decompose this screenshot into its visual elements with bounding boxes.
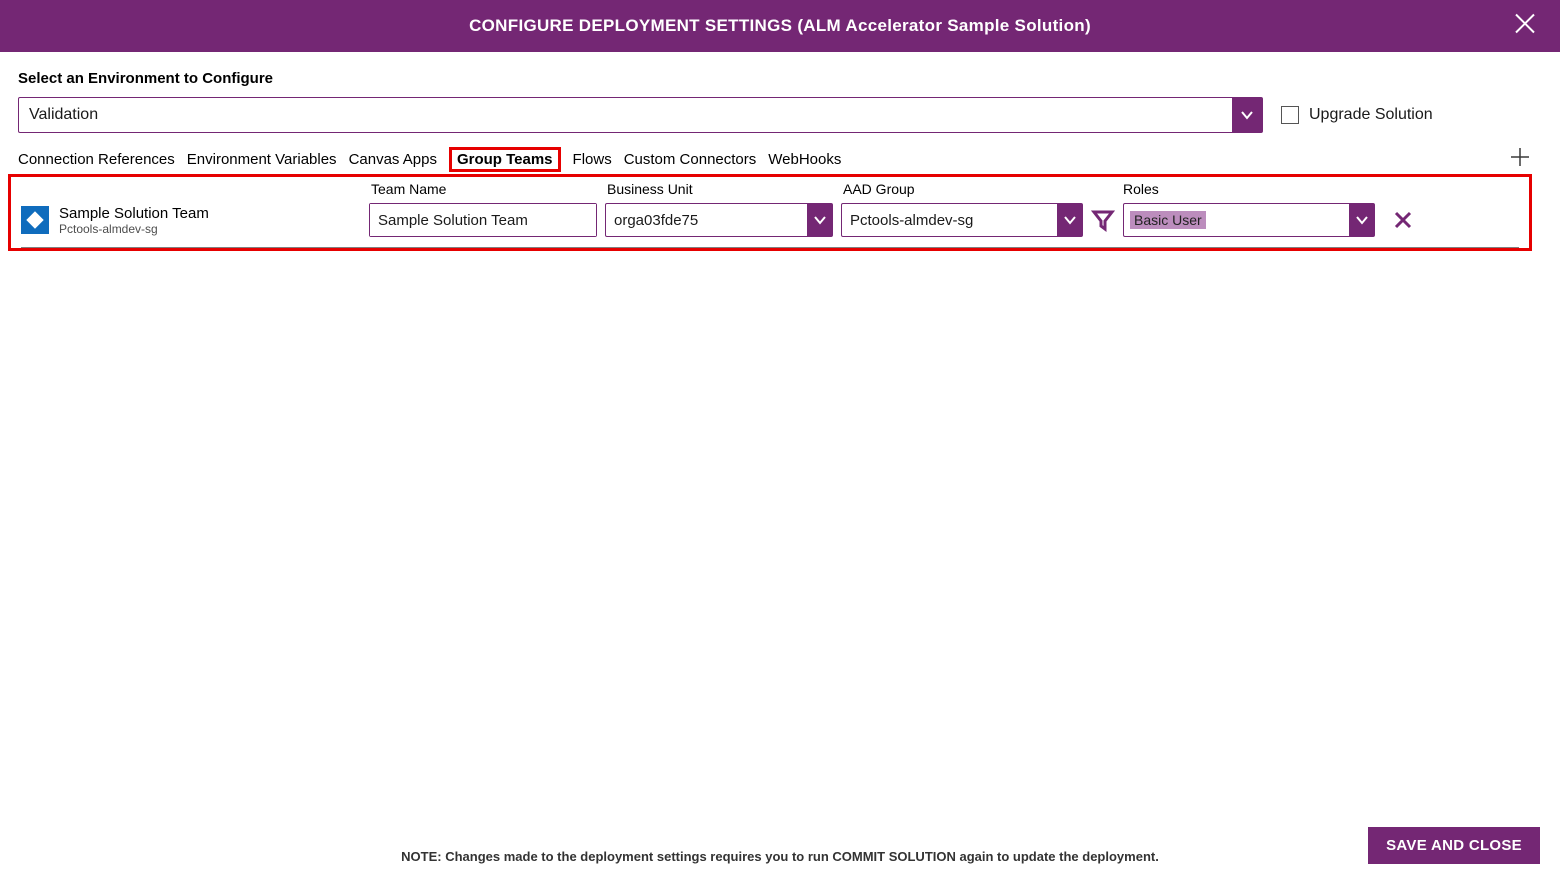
roles-select[interactable]: Basic User <box>1123 203 1375 237</box>
close-button[interactable] <box>1508 7 1542 46</box>
save-close-button[interactable]: SAVE AND CLOSE <box>1368 827 1540 864</box>
tab-group-teams[interactable]: Group Teams <box>449 147 561 172</box>
chevron-down-icon <box>1240 108 1254 122</box>
diamond-icon <box>25 210 45 230</box>
delete-row-button[interactable] <box>1387 211 1419 229</box>
team-name-input[interactable] <box>370 204 596 236</box>
environment-select[interactable]: Validation <box>18 97 1263 133</box>
tabs: Connection References Environment Variab… <box>18 147 1510 172</box>
aad-group-value: Pctools-almdev-sg <box>842 204 1057 236</box>
upgrade-solution-label: Upgrade Solution <box>1309 106 1433 124</box>
tab-environment-variables[interactable]: Environment Variables <box>187 147 337 172</box>
chevron-down-icon <box>1355 213 1369 227</box>
col-team-name: Team Name <box>369 181 605 197</box>
upgrade-solution-checkbox[interactable]: Upgrade Solution <box>1281 106 1433 124</box>
chevron-down-icon <box>1063 213 1077 227</box>
close-icon <box>1514 13 1536 35</box>
aad-group-select[interactable]: Pctools-almdev-sg <box>841 203 1083 237</box>
col-business-unit: Business Unit <box>605 181 841 197</box>
aad-group-dropdown-button[interactable] <box>1057 204 1082 236</box>
tab-connection-references[interactable]: Connection References <box>18 147 175 172</box>
row-subtitle: Pctools-almdev-sg <box>59 222 209 236</box>
role-pill: Basic User <box>1130 211 1206 229</box>
modal-header: CONFIGURE DEPLOYMENT SETTINGS (ALM Accel… <box>0 0 1560 52</box>
row-title: Sample Solution Team <box>59 205 209 222</box>
checkbox-box <box>1281 106 1299 124</box>
footer-note: NOTE: Changes made to the deployment set… <box>20 849 1540 864</box>
modal-title: CONFIGURE DEPLOYMENT SETTINGS (ALM Accel… <box>469 16 1091 36</box>
tab-canvas-apps[interactable]: Canvas Apps <box>349 147 437 172</box>
business-unit-select[interactable]: orga03fde75 <box>605 203 833 237</box>
tabs-row: Connection References Environment Variab… <box>18 147 1542 172</box>
business-unit-dropdown-button[interactable] <box>807 204 832 236</box>
filter-button[interactable] <box>1089 208 1117 232</box>
footer: NOTE: Changes made to the deployment set… <box>0 849 1560 864</box>
group-teams-panel: Team Name Business Unit AAD Group Roles … <box>8 174 1532 251</box>
close-icon <box>1394 211 1412 229</box>
environment-dropdown-button[interactable] <box>1232 98 1262 132</box>
tab-flows[interactable]: Flows <box>573 147 612 172</box>
col-aad-group: AAD Group <box>841 181 1121 197</box>
column-headers: Team Name Business Unit AAD Group Roles <box>21 181 1519 197</box>
business-unit-value: orga03fde75 <box>606 204 807 236</box>
team-icon <box>21 206 49 234</box>
col-roles: Roles <box>1121 181 1381 197</box>
environment-selected-value: Validation <box>19 98 1232 132</box>
tab-custom-connectors[interactable]: Custom Connectors <box>624 147 757 172</box>
tab-webhooks[interactable]: WebHooks <box>768 147 841 172</box>
filter-icon <box>1091 208 1115 232</box>
environment-label: Select an Environment to Configure <box>18 70 1542 87</box>
roles-dropdown-button[interactable] <box>1349 204 1374 236</box>
chevron-down-icon <box>813 213 827 227</box>
add-row-button[interactable] <box>1510 147 1530 172</box>
plus-icon <box>1510 147 1530 167</box>
team-name-input-wrap <box>369 203 597 237</box>
table-row: Sample Solution Team Pctools-almdev-sg o… <box>21 197 1519 248</box>
